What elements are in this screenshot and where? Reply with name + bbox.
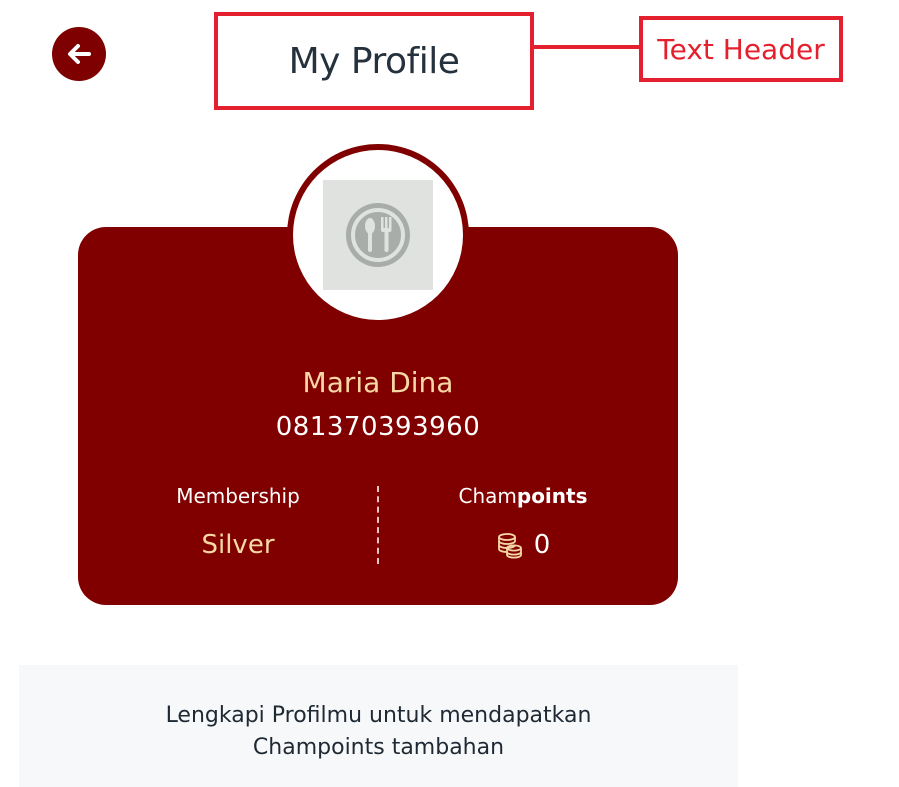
banner-line-2: Champoints tambahan (252, 735, 505, 760)
avatar[interactable] (293, 150, 463, 320)
champoints-value: 0 (533, 530, 551, 560)
membership-label: Membership (176, 484, 300, 508)
champoints-label-prefix: Cham (458, 484, 517, 508)
champoints-label-bold: points (516, 484, 588, 508)
membership-value: Silver (201, 530, 275, 560)
header-annotation-frame: My Profile (214, 12, 534, 110)
banner-line-1: Lengkapi Profilmu untuk mendapatkan (165, 703, 592, 728)
arrow-left-icon (68, 44, 91, 64)
champoints-label: Champoints (373, 484, 673, 508)
annotation-connector (530, 45, 640, 49)
annotation-label: Text Header (657, 32, 825, 66)
user-name: Maria Dina (302, 366, 454, 399)
restaurant-placeholder-icon (346, 203, 410, 267)
coins-icon (497, 533, 522, 559)
page-title: My Profile (288, 40, 460, 82)
back-button[interactable] (52, 27, 106, 81)
complete-profile-text: Lengkapi Profilmu untuk mendapatkan Cham… (19, 700, 738, 764)
membership-stat: Membership Silver (88, 484, 388, 560)
user-phone: 081370393960 (275, 412, 481, 442)
champoints-stat[interactable]: Champoints 0 (373, 484, 673, 560)
avatar-placeholder (323, 180, 433, 290)
annotation-label-box: Text Header (639, 16, 843, 82)
